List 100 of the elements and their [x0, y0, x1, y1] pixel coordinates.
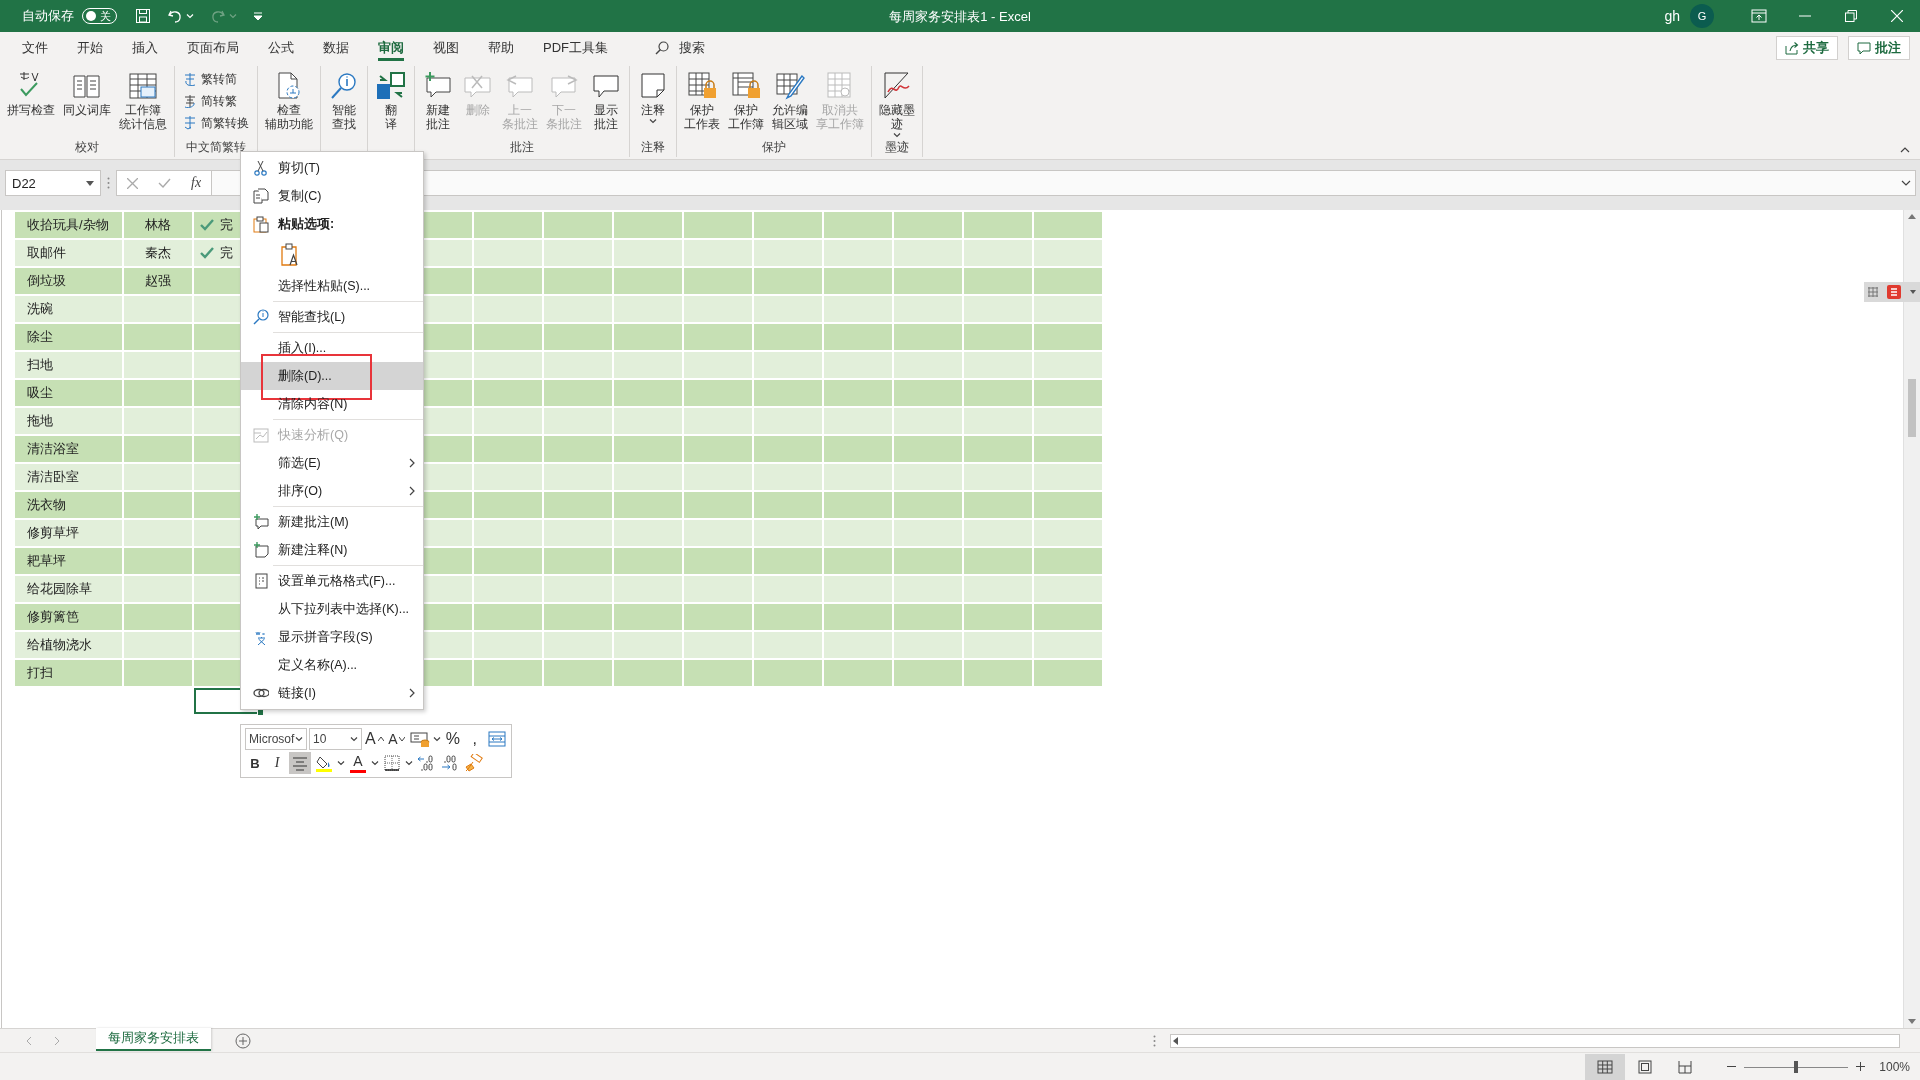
table-cell[interactable]: [614, 632, 682, 658]
table-cell[interactable]: [684, 604, 752, 630]
table-cell[interactable]: [1034, 324, 1102, 350]
font-field[interactable]: Microsof: [245, 728, 307, 750]
table-cell[interactable]: [614, 436, 682, 462]
table-cell[interactable]: [964, 520, 1032, 546]
table-cell[interactable]: [1034, 660, 1102, 686]
ribbon-button[interactable]: 允许编 辑区域: [769, 66, 811, 139]
table-cell[interactable]: [544, 296, 612, 322]
menu-item[interactable]: 排序(O): [241, 477, 423, 505]
table-cell[interactable]: [824, 492, 892, 518]
table-cell[interactable]: [754, 464, 822, 490]
table-cell[interactable]: [124, 520, 192, 546]
scroll-thumb[interactable]: [1908, 379, 1916, 437]
menu-item[interactable]: 复制(C): [241, 182, 423, 210]
vertical-scrollbar[interactable]: [1903, 210, 1920, 1028]
borders-button[interactable]: [381, 752, 403, 774]
menu-item[interactable]: 插入(I)...: [241, 334, 423, 362]
ribbon-button[interactable]: 保护 工作表: [681, 66, 723, 139]
table-cell[interactable]: [474, 212, 542, 238]
table-cell[interactable]: [614, 660, 682, 686]
table-cell[interactable]: [824, 268, 892, 294]
table-cell[interactable]: [544, 548, 612, 574]
table-cell[interactable]: [964, 212, 1032, 238]
table-cell[interactable]: [824, 324, 892, 350]
table-cell[interactable]: [754, 604, 822, 630]
ribbon-button[interactable]: 拼写检查: [4, 66, 58, 139]
table-cell[interactable]: [124, 324, 192, 350]
table-cell[interactable]: 耙草坪: [15, 548, 122, 574]
sheet-tab[interactable]: 每周家务安排表: [96, 1028, 211, 1051]
table-cell[interactable]: [684, 492, 752, 518]
table-cell[interactable]: [754, 268, 822, 294]
enter-icon[interactable]: [158, 178, 171, 188]
ribbon-tab[interactable]: 文件: [12, 32, 58, 64]
save-icon[interactable]: [135, 8, 151, 24]
table-cell[interactable]: [964, 660, 1032, 686]
shrink-font-button[interactable]: A: [386, 728, 407, 750]
painter-button[interactable]: [463, 752, 485, 774]
table-cell[interactable]: [614, 296, 682, 322]
table-cell[interactable]: [1034, 380, 1102, 406]
table-cell[interactable]: [124, 408, 192, 434]
menu-item[interactable]: 从下拉列表中选择(K)...: [241, 595, 423, 623]
table-cell[interactable]: [894, 212, 962, 238]
ribbon-tab[interactable]: 视图: [423, 32, 469, 64]
ribbon-button[interactable]: 简转繁: [179, 90, 253, 112]
menu-item[interactable]: 新建注释(N): [241, 536, 423, 564]
table-cell[interactable]: [544, 492, 612, 518]
menu-item[interactable]: 显示拼音字段(S): [241, 623, 423, 651]
ribbon-tab[interactable]: 开始: [67, 32, 113, 64]
table-cell[interactable]: [684, 380, 752, 406]
table-cell[interactable]: [684, 296, 752, 322]
table-cell[interactable]: [474, 604, 542, 630]
table-cell[interactable]: [754, 660, 822, 686]
table-cell[interactable]: [964, 380, 1032, 406]
table-cell[interactable]: 清洁卧室: [15, 464, 122, 490]
table-cell[interactable]: [684, 548, 752, 574]
table-cell[interactable]: [614, 352, 682, 378]
ribbon-tab[interactable]: 数据: [313, 32, 359, 64]
table-cell[interactable]: [124, 464, 192, 490]
table-cell[interactable]: [754, 632, 822, 658]
table-cell[interactable]: [894, 380, 962, 406]
table-cell[interactable]: 收拾玩具/杂物: [15, 212, 122, 238]
table-cell[interactable]: [684, 240, 752, 266]
grow-font-button[interactable]: A: [364, 728, 385, 750]
table-cell[interactable]: [754, 324, 822, 350]
ribbon-tab[interactable]: PDF工具集: [533, 32, 618, 64]
table-cell[interactable]: [544, 352, 612, 378]
zoom-in-icon[interactable]: [1856, 1062, 1866, 1071]
table-cell[interactable]: [1034, 464, 1102, 490]
ribbon-button[interactable]: 简繁转换: [179, 112, 253, 134]
table-cell[interactable]: [894, 436, 962, 462]
table-cell[interactable]: [614, 520, 682, 546]
table-cell[interactable]: [474, 464, 542, 490]
table-cell[interactable]: [474, 632, 542, 658]
table-cell[interactable]: [894, 324, 962, 350]
percent-button[interactable]: %: [442, 728, 463, 750]
table-cell[interactable]: [1034, 604, 1102, 630]
table-cell[interactable]: [544, 520, 612, 546]
table-cell[interactable]: [964, 408, 1032, 434]
table-cell[interactable]: [544, 324, 612, 350]
normal-view-button[interactable]: [1585, 1053, 1626, 1080]
ribbon-button[interactable]: 智能 查找: [325, 66, 363, 139]
table-cell[interactable]: [824, 436, 892, 462]
table-cell[interactable]: [754, 520, 822, 546]
menu-item[interactable]: 设置单元格格式(F)...: [241, 567, 423, 595]
table-cell[interactable]: [544, 576, 612, 602]
ribbon-button[interactable]: 注释: [634, 66, 672, 139]
font-color-button[interactable]: A: [347, 752, 369, 774]
table-cell[interactable]: [1034, 296, 1102, 322]
table-cell[interactable]: [614, 576, 682, 602]
table-cell[interactable]: 取邮件: [15, 240, 122, 266]
table-cell[interactable]: [1034, 212, 1102, 238]
table-cell[interactable]: [754, 576, 822, 602]
comments-button[interactable]: 批注: [1848, 36, 1910, 60]
table-cell[interactable]: 修剪篱笆: [15, 604, 122, 630]
table-cell[interactable]: [824, 464, 892, 490]
table-cell[interactable]: [964, 548, 1032, 574]
table-cell[interactable]: [1034, 268, 1102, 294]
table-cell[interactable]: 林格: [124, 212, 192, 238]
table-cell[interactable]: [894, 408, 962, 434]
